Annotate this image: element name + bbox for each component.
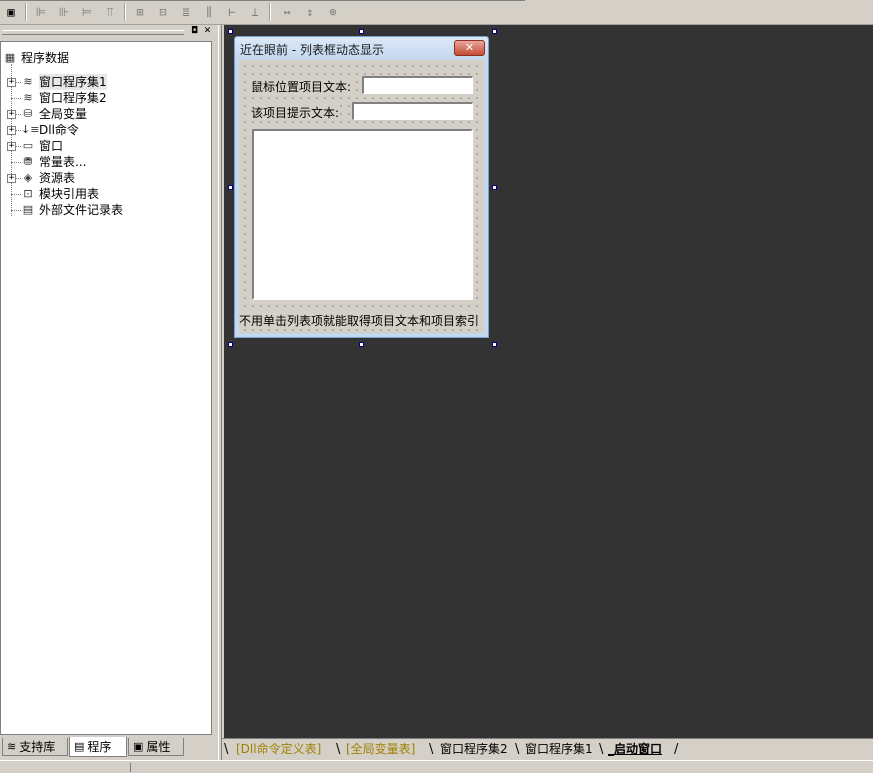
- tree-item-label: Dll命令: [39, 123, 79, 137]
- tree-item-label: 窗口程序集1: [39, 74, 107, 90]
- tab-label: 程序: [87, 739, 112, 754]
- expand-icon[interactable]: +: [7, 174, 16, 183]
- tab-dll-command-table[interactable]: [Dll命令定义表]: [236, 741, 321, 758]
- align-bottom-icon[interactable]: ⊟: [154, 3, 172, 21]
- tree-item-global-vars[interactable]: ⛁ 全局变量: [21, 106, 87, 122]
- tree-item-resources[interactable]: ◈ 资源表: [21, 170, 75, 186]
- tree-item-label: 模块引用表: [39, 187, 100, 201]
- tab-window-assembly-2[interactable]: 窗口程序集2: [440, 741, 508, 758]
- close-panel-icon[interactable]: ✕: [202, 26, 213, 37]
- program-icon: ▤: [74, 739, 85, 753]
- tree-item-module-refs[interactable]: ⊡ 模块引用表: [21, 186, 99, 202]
- window-icon: ▭: [22, 139, 34, 152]
- left-panel-tabs: ≋ 支持库 ▤ 程序 ▣ 属性: [0, 736, 218, 760]
- same-height-icon[interactable]: ⫼: [200, 3, 218, 21]
- expand-icon[interactable]: +: [7, 126, 16, 135]
- align-center-icon[interactable]: ⊪: [55, 3, 73, 21]
- panel-splitter[interactable]: [218, 25, 222, 760]
- align-right-icon[interactable]: ⊨: [78, 3, 96, 21]
- properties-icon: ▣: [133, 739, 144, 753]
- expand-icon[interactable]: +: [7, 78, 16, 87]
- resize-handle-ne[interactable]: [492, 29, 497, 34]
- panel-header: ◘ ✕: [0, 25, 218, 39]
- assembly-icon: ≋: [23, 91, 33, 104]
- label-item-tip-text: 该项目提示文本:: [251, 104, 340, 121]
- resize-handle-sw[interactable]: [228, 342, 233, 347]
- form-titlebar[interactable]: 近在眼前 - 列表框动态显示 ✕: [235, 37, 488, 59]
- tree-item-label: 常量表...: [39, 155, 87, 169]
- tree-item-dll-commands[interactable]: ↓≡ Dll命令: [21, 122, 79, 138]
- tree-item-window-assembly-1[interactable]: ≋ 窗口程序集1: [21, 74, 107, 90]
- tree-item-external-files[interactable]: ▤ 外部文件记录表: [21, 202, 123, 218]
- tab-window-assembly-1[interactable]: 窗口程序集1: [525, 741, 593, 758]
- status-bar: [0, 760, 873, 773]
- assembly-icon: ≋: [23, 75, 33, 88]
- toolbar: ▣ ⊫ ⊪ ⊨ ⫪ ⊞ ⊟ ≣ ⫼ ⊢ ⊥ ↔ ↕ ⊕: [0, 0, 873, 25]
- form-title: 近在眼前 - 列表框动态显示: [240, 43, 384, 57]
- tree-item-window-assembly-2[interactable]: ≋ 窗口程序集2: [21, 90, 107, 106]
- resize-handle-w[interactable]: [228, 185, 233, 190]
- tab-program[interactable]: ▤ 程序: [69, 737, 127, 757]
- database-icon: ▦: [4, 51, 16, 64]
- v-spacing-icon[interactable]: ↕: [301, 3, 319, 21]
- close-icon[interactable]: ✕: [454, 40, 485, 56]
- file-icon: ▤: [22, 203, 34, 216]
- same-size-icon[interactable]: ⊢: [223, 3, 241, 21]
- tab-global-var-table[interactable]: [全局变量表]: [346, 741, 415, 758]
- dll-command-icon: ↓≡: [21, 123, 40, 136]
- tree-item-label: 窗口: [39, 139, 64, 153]
- footer-label: 不用单击列表项就能取得项目文本和项目索引: [239, 312, 480, 329]
- library-icon: ≋: [7, 739, 17, 753]
- resize-handle-nw[interactable]: [228, 29, 233, 34]
- form-client-area[interactable]: 鼠标位置项目文本: 该项目提示文本: 不用单击列表项就能取得项目文本和项目索引: [239, 60, 484, 333]
- tree-item-label: 资源表: [39, 171, 76, 185]
- item-tip-text-input[interactable]: [352, 102, 473, 120]
- tree-root[interactable]: ▦ 程序数据: [3, 50, 69, 66]
- label-mouse-item-text: 鼠标位置项目文本:: [251, 78, 352, 95]
- project-tree: ▦ 程序数据 + ≋ 窗口程序集1 ≋ 窗口程序集2 + ⛁ 全局变量 + ↓≡…: [0, 41, 212, 735]
- center-v-icon[interactable]: ⊕: [324, 3, 342, 21]
- align-top-icon[interactable]: ⫪: [101, 3, 119, 21]
- tree-item-constants[interactable]: ⛃ 常量表...: [21, 154, 86, 170]
- form-icon[interactable]: ▣: [2, 3, 20, 21]
- tree-item-label: 窗口程序集2: [39, 91, 107, 105]
- resize-handle-e[interactable]: [492, 185, 497, 190]
- expand-icon[interactable]: +: [7, 142, 16, 151]
- tree-root-label: 程序数据: [21, 51, 70, 65]
- resources-icon: ◈: [23, 171, 33, 184]
- list-box[interactable]: [252, 129, 473, 300]
- tree-item-label: 外部文件记录表: [39, 203, 124, 217]
- expand-icon[interactable]: +: [7, 110, 16, 119]
- tab-label: 属性: [146, 739, 171, 754]
- resize-handle-s[interactable]: [359, 342, 364, 347]
- align-middle-icon[interactable]: ⊞: [131, 3, 149, 21]
- tree-item-windows[interactable]: ▭ 窗口: [21, 138, 63, 154]
- center-h-icon[interactable]: ↔: [278, 3, 296, 21]
- tab-label: 支持库: [19, 739, 56, 754]
- resize-handle-n[interactable]: [359, 29, 364, 34]
- mouse-item-text-input[interactable]: [362, 76, 473, 94]
- left-panel: ◘ ✕ ▦ 程序数据 + ≋ 窗口程序集1 ≋ 窗口程序集2 + ⛁ 全局变量: [0, 25, 218, 760]
- restore-icon[interactable]: ◘: [189, 26, 200, 37]
- resize-handle-se[interactable]: [492, 342, 497, 347]
- tab-properties[interactable]: ▣ 属性: [128, 738, 184, 756]
- tree-item-label: 全局变量: [39, 107, 88, 121]
- constants-icon: ⛃: [23, 155, 33, 168]
- tab-startup-window[interactable]: _启动窗口: [608, 741, 662, 758]
- align-left-icon[interactable]: ⊫: [32, 3, 50, 21]
- design-form-window[interactable]: 近在眼前 - 列表框动态显示 ✕ 鼠标位置项目文本: 该项目提示文本: 不用单击…: [234, 36, 489, 338]
- same-width-icon[interactable]: ≣: [177, 3, 195, 21]
- editor-tabs: \ [Dll命令定义表] \ [全局变量表] \ 窗口程序集2 \ 窗口程序集1…: [222, 738, 873, 761]
- module-icon: ⊡: [23, 187, 33, 200]
- tab-support-library[interactable]: ≋ 支持库: [2, 738, 68, 756]
- cylinder-icon: ⛁: [23, 107, 33, 120]
- h-spacing-icon[interactable]: ⊥: [246, 3, 264, 21]
